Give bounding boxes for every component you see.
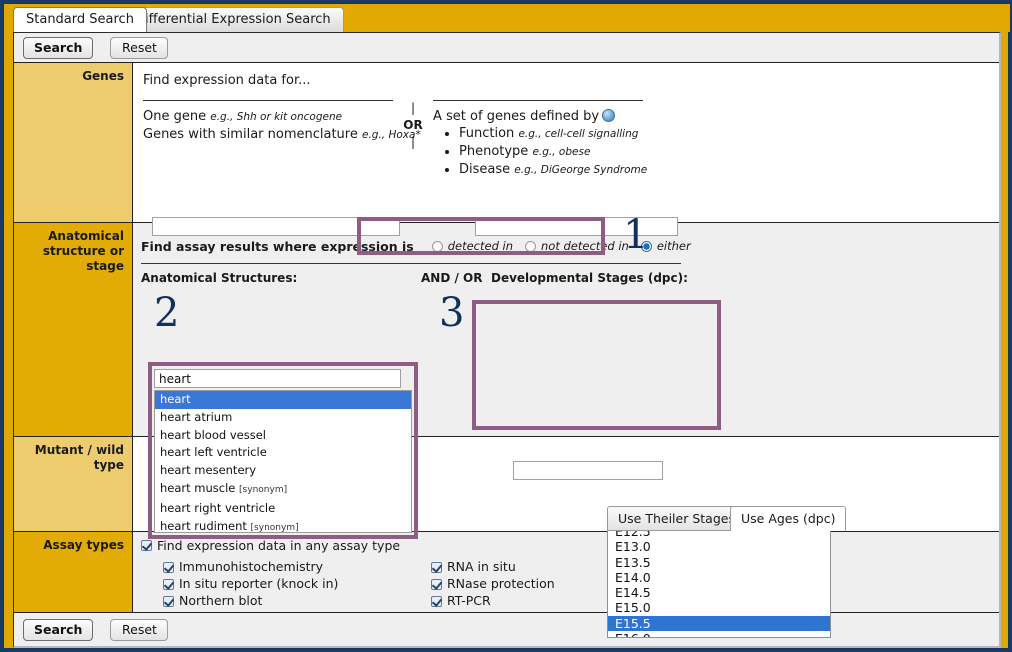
heading-developmental-stages: Developmental Stages (dpc):: [491, 271, 688, 285]
heading-and-or: AND / OR: [421, 271, 483, 285]
row-label-mutant-wild-type: Mutant / wild type: [14, 437, 133, 531]
stage-item[interactable]: E13.0: [608, 539, 830, 554]
tab-differential-expression-search[interactable]: Differential Expression Search: [122, 7, 344, 32]
checkbox-rt-pcr[interactable]: [431, 595, 442, 607]
genes-bullet-disease-label: Disease: [459, 162, 511, 177]
tab-standard-search[interactable]: Standard Search: [13, 7, 147, 32]
annotation-number-3: 3: [439, 290, 465, 336]
genes-bullet-phenotype-label: Phenotype: [459, 144, 529, 159]
genes-bullet-function-label: Function: [459, 126, 515, 141]
or-pipe-bottom: |: [410, 135, 416, 149]
tab-use-theiler-stages-label: Use Theiler Stages: [618, 511, 735, 526]
stage-item[interactable]: E12.5: [608, 531, 830, 539]
callout-box-1: [357, 217, 605, 255]
screenshot-root: Standard Search Differential Expression …: [0, 0, 1012, 652]
genes-set-bullets: Function e.g., cell-cell signalling Phen…: [433, 125, 647, 179]
tab-use-ages-dpc-label: Use Ages (dpc): [741, 511, 836, 526]
tab-differential-expression-search-label: Differential Expression Search: [135, 12, 331, 27]
window-frame: Standard Search Differential Expression …: [3, 3, 1010, 649]
assay-section-body: Find expression data in any assay type I…: [133, 532, 999, 625]
genes-right-column: A set of genes defined by Function e.g.,…: [433, 100, 647, 179]
search-button-top[interactable]: Search: [23, 37, 94, 59]
assay-row-in-situ-reporter[interactable]: In situ reporter (knock in): [163, 576, 431, 592]
radio-either-label: either: [656, 239, 691, 253]
row-label-genes: Genes: [14, 63, 133, 222]
genes-bullet-disease-example: e.g., DiGeorge Syndrome: [514, 164, 648, 176]
assay-label-rna-in-situ: RNA in situ: [447, 559, 516, 574]
row-label-anatomical-structure: Anatomical structure or stage: [14, 223, 133, 436]
tab-strip: Standard Search Differential Expression …: [4, 4, 1010, 32]
genes-right-divider: [433, 100, 643, 101]
callout-box-3: [472, 300, 721, 430]
assay-any-row[interactable]: Find expression data in any assay type: [141, 538, 999, 553]
row-label-assay-types: Assay types: [14, 532, 133, 623]
genes-section-body: Find expression data for... One gene e.g…: [133, 63, 999, 222]
toolbar-top: Search Reset: [14, 33, 999, 63]
checkbox-in-situ-reporter[interactable]: [163, 578, 174, 590]
annotation-number-1: 1: [623, 212, 649, 258]
genes-bullet-disease: Disease e.g., DiGeorge Syndrome: [459, 161, 647, 179]
developmental-stages-scroller: E12.5 E13.0 E13.5 E14.0 E14.5 E15.0 E15.…: [608, 531, 830, 637]
genes-bullet-function-example: e.g., cell-cell signalling: [518, 128, 639, 140]
genes-one-gene-line: One gene e.g., Shh or kit oncogene: [143, 108, 393, 126]
checkbox-immunohistochemistry[interactable]: [163, 561, 174, 573]
assay-any-label: Find expression data in any assay type: [157, 538, 401, 553]
annotation-number-2: 2: [154, 290, 180, 336]
genes-left-column: One gene e.g., Shh or kit oncogene Genes…: [143, 100, 421, 179]
assay-label-in-situ-reporter: In situ reporter (knock in): [179, 576, 339, 591]
anatomy-column-headings: Anatomical Structures: AND / OR Developm…: [133, 264, 999, 285]
checkbox-northern-blot[interactable]: [163, 595, 174, 607]
genes-left-divider: [143, 100, 393, 101]
assay-label-rt-pcr: RT-PCR: [447, 593, 491, 608]
reset-button-bottom[interactable]: Reset: [110, 619, 169, 641]
row-assay-types: Assay types Find expression data in any …: [14, 532, 999, 625]
genes-nomenclature-line: Genes with similar nomenclature e.g., Ho…: [143, 126, 421, 144]
tab-standard-search-label: Standard Search: [26, 12, 134, 27]
search-button-bottom[interactable]: Search: [23, 619, 94, 641]
assay-row-immunohistochemistry[interactable]: Immunohistochemistry: [163, 559, 431, 575]
genes-columns: One gene e.g., Shh or kit oncogene Genes…: [143, 100, 999, 179]
genes-set-heading-line: A set of genes defined by: [433, 108, 643, 125]
stage-item[interactable]: E14.5: [608, 585, 830, 600]
callout-box-2: [148, 362, 418, 539]
help-icon[interactable]: [602, 109, 616, 122]
assay-label-immunohistochemistry: Immunohistochemistry: [179, 559, 324, 574]
assay-label-northern-blot: Northern blot: [179, 593, 263, 608]
stage-item-selected[interactable]: E15.5: [608, 615, 830, 632]
stage-item[interactable]: E14.0: [608, 570, 830, 585]
tab-use-ages-dpc[interactable]: Use Ages (dpc): [730, 506, 847, 531]
genes-one-gene-label: One gene: [143, 109, 207, 124]
assay-row-northern-blot[interactable]: Northern blot: [163, 593, 431, 609]
genes-bullet-phenotype: Phenotype e.g., obese: [459, 143, 643, 161]
or-pipe-top: |: [410, 101, 416, 115]
developmental-stages-picker: Use Theiler Stages Use Ages (dpc) E12.5 …: [603, 506, 847, 638]
mutant-specimen-input[interactable]: [513, 461, 663, 480]
checkbox-rna-in-situ[interactable]: [431, 561, 442, 573]
genes-bullet-phenotype-example: e.g., obese: [532, 146, 591, 158]
checkbox-any-assay-type[interactable]: [141, 540, 152, 551]
toolbar-bottom: Search Reset: [14, 612, 999, 646]
genes-one-gene-example: e.g., Shh or kit oncogene: [210, 111, 343, 123]
genes-nomenclature-label: Genes with similar nomenclature: [143, 127, 358, 142]
search-form-card: Search Reset Genes Find expression data …: [13, 32, 1001, 648]
genes-heading: Find expression data for...: [143, 73, 311, 88]
checkbox-rnase-protection[interactable]: [431, 578, 442, 590]
stage-item[interactable]: E13.5: [608, 555, 830, 570]
heading-anatomical-structures: Anatomical Structures:: [141, 271, 298, 285]
genes-or-connector: | OR |: [393, 100, 433, 179]
stage-item[interactable]: E15.0: [608, 600, 830, 615]
or-label: OR: [403, 118, 423, 132]
genes-set-heading: A set of genes defined by: [433, 109, 600, 124]
assay-label-rnase-protection: RNase protection: [447, 576, 555, 591]
tab-use-theiler-stages[interactable]: Use Theiler Stages: [607, 506, 746, 531]
row-genes: Genes Find expression data for... One ge…: [14, 63, 999, 223]
developmental-stages-listbox[interactable]: E12.5 E13.0 E13.5 E14.0 E14.5 E15.0 E15.…: [607, 530, 831, 638]
reset-button-top[interactable]: Reset: [110, 37, 169, 59]
stage-item[interactable]: E16.0: [608, 631, 830, 637]
genes-bullet-function: Function e.g., cell-cell signalling: [459, 125, 643, 143]
